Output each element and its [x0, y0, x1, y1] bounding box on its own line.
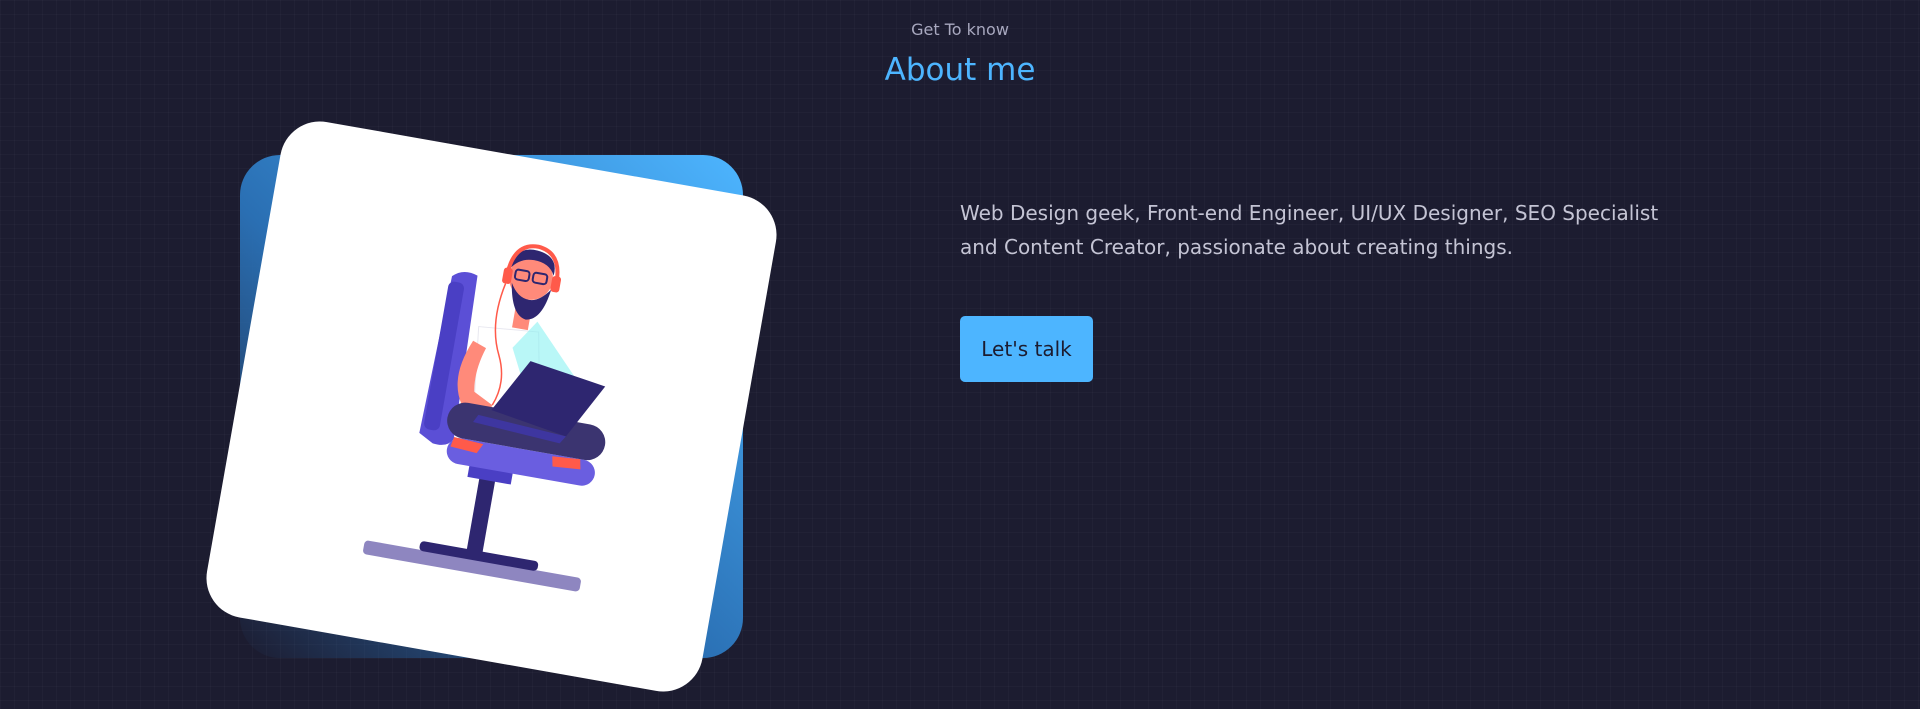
about-content: Web Design geek, Front-end Engineer, UI/…: [960, 196, 1680, 382]
section-title: About me: [884, 52, 1036, 88]
section-subtitle: Get To know: [911, 20, 1009, 39]
about-description: Web Design geek, Front-end Engineer, UI/…: [960, 201, 1659, 259]
about-illustration: [200, 115, 783, 698]
developer-illustration: [363, 244, 606, 592]
illustration-group: [363, 244, 606, 592]
about-image-container: [200, 115, 783, 698]
lets-talk-button[interactable]: Let's talk: [960, 316, 1093, 382]
chair-stem: [466, 474, 496, 556]
